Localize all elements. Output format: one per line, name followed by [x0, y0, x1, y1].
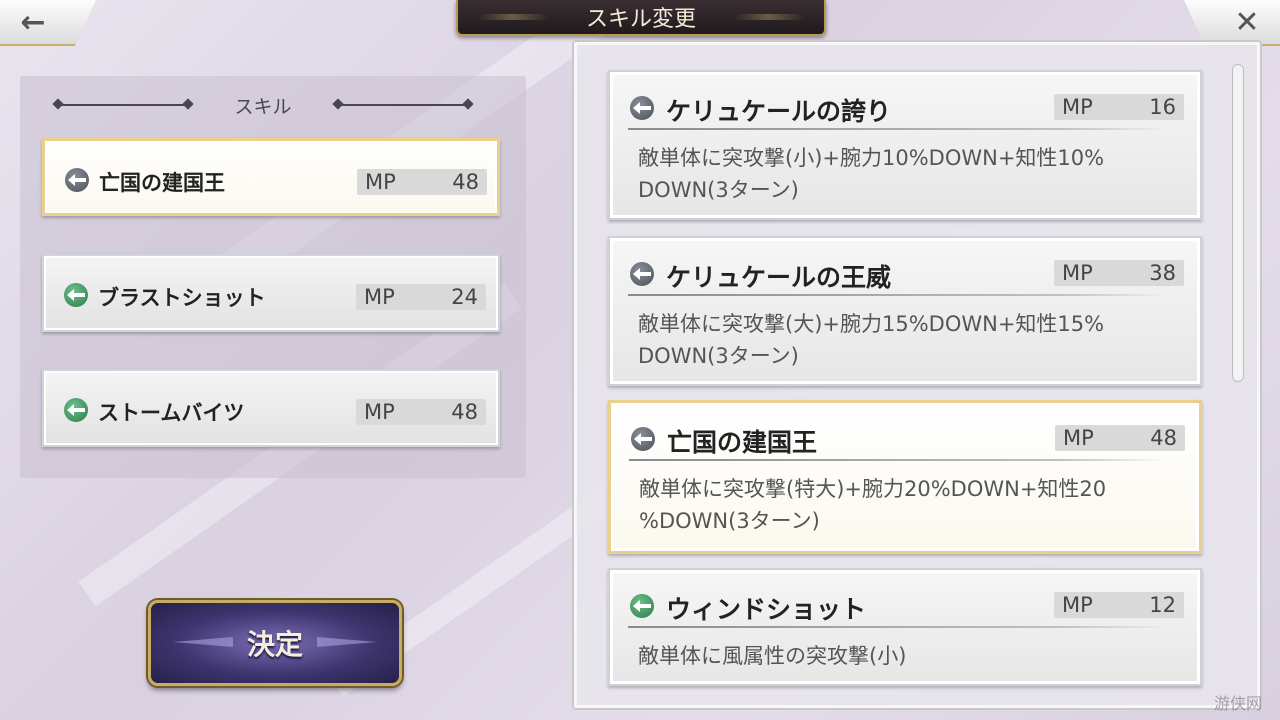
- mp-cost-badge: MP 16: [1054, 94, 1184, 120]
- card-divider: [628, 626, 1168, 628]
- mp-label: MP: [364, 400, 395, 424]
- description-line: %DOWN(3ターン): [639, 509, 820, 533]
- mp-label: MP: [1062, 593, 1093, 617]
- mp-value: 16: [1149, 95, 1176, 119]
- mp-cost-badge: MP 48: [356, 399, 486, 425]
- mp-label: MP: [364, 285, 395, 309]
- button-ornament-right: [317, 637, 377, 647]
- skill-card-2[interactable]: ケリュケールの王威 MP 38 敵単体に突攻撃(大)+腕力15%DOWN+知性1…: [608, 236, 1202, 386]
- skill-description: 敵単体に突攻撃(特大)+腕力20%DOWN+知性20 %DOWN(3ターン): [639, 473, 1179, 537]
- skill-card-1[interactable]: ケリュケールの誇り MP 16 敵単体に突攻撃(小)+腕力10%DOWN+知性1…: [608, 70, 1202, 220]
- description-line: DOWN(3ターン): [638, 178, 799, 202]
- mp-label: MP: [1063, 426, 1094, 450]
- skill-description: 敵単体に突攻撃(小)+腕力10%DOWN+知性10% DOWN(3ターン): [638, 142, 1178, 206]
- section-label: スキル: [234, 95, 292, 118]
- mp-value: 12: [1149, 593, 1176, 617]
- header-ornament-right: [338, 104, 468, 106]
- ornament-diamond-icon: [332, 98, 344, 110]
- skill-name: ストームバイツ: [98, 400, 245, 425]
- mp-value: 48: [452, 170, 479, 194]
- screen-title-plate: スキル変更: [456, 0, 826, 36]
- pierce-skill-icon: [65, 168, 89, 192]
- button-ornament-left: [173, 637, 233, 647]
- ornament-diamond-icon: [462, 98, 474, 110]
- pierce-skill-icon: [630, 96, 654, 120]
- skill-card-3[interactable]: 亡国の建国王 MP 48 敵単体に突攻撃(特大)+腕力20%DOWN+知性20 …: [608, 400, 1202, 554]
- mp-label: MP: [1062, 95, 1093, 119]
- mp-cost-badge: MP 48: [357, 169, 487, 195]
- wind-skill-icon: [64, 283, 88, 307]
- mp-value: 48: [451, 400, 478, 424]
- watermark-logo: 游侠网: [1213, 694, 1262, 713]
- mp-label: MP: [1062, 261, 1093, 285]
- skill-name: 亡国の建国王: [99, 170, 225, 195]
- skill-name: 亡国の建国王: [667, 428, 818, 457]
- skill-section-header: スキル: [40, 92, 486, 118]
- pierce-skill-icon: [630, 262, 654, 286]
- back-arrow-icon: ←: [20, 4, 46, 40]
- mp-value: 48: [1150, 426, 1177, 450]
- confirm-button-label: 決定: [246, 628, 303, 661]
- card-divider: [628, 128, 1168, 130]
- card-divider: [628, 294, 1168, 296]
- skill-card-4[interactable]: ウィンドショット MP 12 敵単体に風属性の突攻撃(小): [608, 568, 1202, 686]
- pierce-skill-icon: [631, 427, 655, 451]
- wind-skill-icon: [630, 594, 654, 618]
- skill-name: ウィンドショット: [666, 595, 867, 624]
- ornament-diamond-icon: [52, 98, 64, 110]
- mp-value: 24: [451, 285, 478, 309]
- skill-name: ケリュケールの王威: [666, 263, 892, 292]
- close-icon: ✕: [1234, 4, 1260, 40]
- equipped-skill-slot-1[interactable]: 亡国の建国王 MP 48: [42, 138, 500, 216]
- wind-skill-icon: [64, 398, 88, 422]
- description-line: DOWN(3ターン): [638, 344, 799, 368]
- description-line: 敵単体に突攻撃(特大)+腕力20%DOWN+知性20: [639, 477, 1107, 501]
- skill-description: 敵単体に突攻撃(大)+腕力15%DOWN+知性15% DOWN(3ターン): [638, 308, 1178, 372]
- equipped-skill-slot-3[interactable]: ストームバイツ MP 48: [42, 369, 500, 447]
- description-line: 敵単体に突攻撃(大)+腕力15%DOWN+知性15%: [638, 312, 1105, 336]
- card-divider: [629, 459, 1169, 461]
- mp-value: 38: [1149, 261, 1176, 285]
- mp-cost-badge: MP 24: [356, 284, 486, 310]
- confirm-button[interactable]: 決定: [148, 600, 402, 686]
- skill-list-scrollbar[interactable]: [1232, 64, 1244, 382]
- mp-cost-badge: MP 12: [1054, 592, 1184, 618]
- screen-title: スキル変更: [585, 7, 696, 32]
- mp-cost-badge: MP 48: [1055, 425, 1185, 451]
- skill-description: 敵単体に風属性の突攻撃(小): [638, 640, 1178, 672]
- mp-label: MP: [365, 170, 396, 194]
- description-line: 敵単体に風属性の突攻撃(小): [638, 644, 907, 668]
- equipped-skill-slot-2[interactable]: ブラストショット MP 24: [42, 254, 500, 332]
- skill-name: ブラストショット: [98, 285, 266, 310]
- skill-name: ケリュケールの誇り: [666, 97, 892, 126]
- header-ornament-left: [58, 104, 188, 106]
- mp-cost-badge: MP 38: [1054, 260, 1184, 286]
- description-line: 敵単体に突攻撃(小)+腕力10%DOWN+知性10%: [638, 146, 1105, 170]
- ornament-diamond-icon: [182, 98, 194, 110]
